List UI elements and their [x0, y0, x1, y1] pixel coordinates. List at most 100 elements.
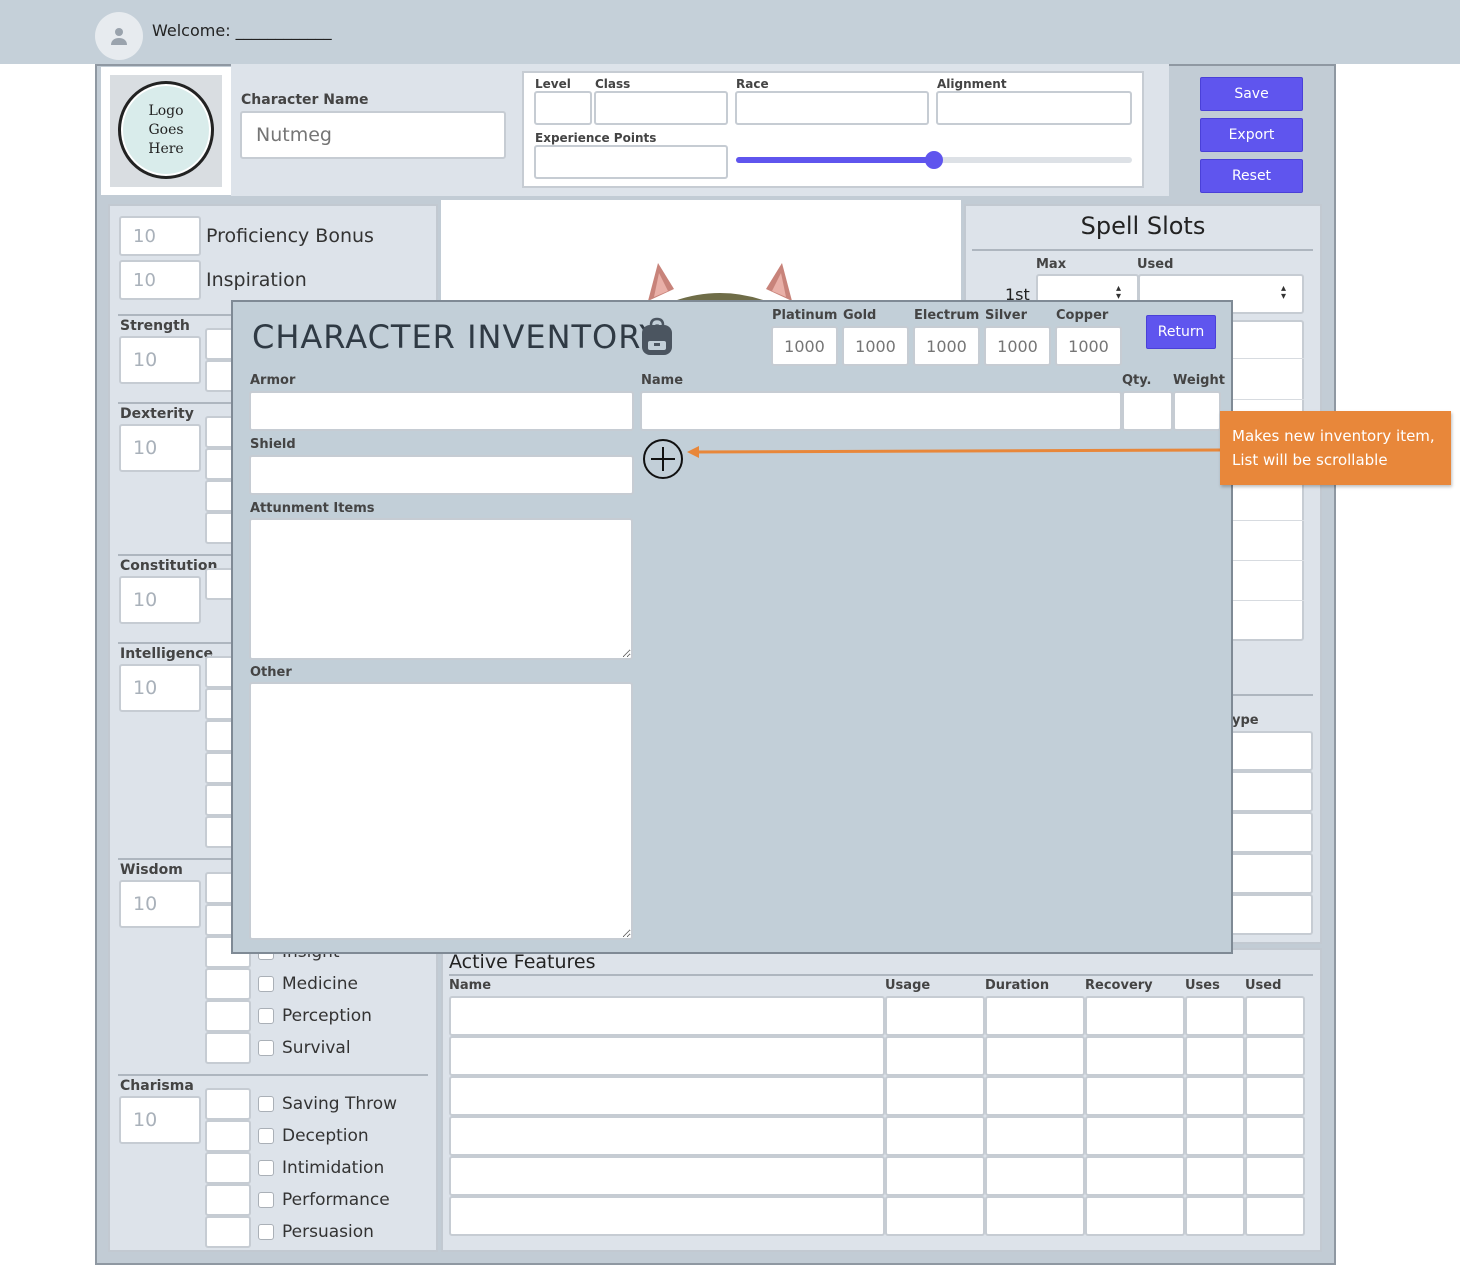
- feature-uses-cell[interactable]: [1185, 1156, 1245, 1196]
- feature-duration-cell[interactable]: [985, 1156, 1085, 1196]
- type-input[interactable]: [1230, 812, 1313, 853]
- performance-checkbox[interactable]: [258, 1192, 274, 1208]
- feature-name-cell[interactable]: [449, 1036, 885, 1076]
- feature-name-cell[interactable]: [449, 1116, 885, 1156]
- item-name-input[interactable]: [640, 391, 1122, 431]
- level-input[interactable]: [534, 91, 592, 125]
- armor-input[interactable]: [249, 391, 634, 431]
- feature-recovery-cell[interactable]: [1085, 996, 1185, 1036]
- item-qty-input[interactable]: [1122, 391, 1173, 431]
- annotation-line: Makes new inventory item,: [1232, 427, 1435, 445]
- persuasion-label: Persuasion: [282, 1222, 374, 1242]
- copper-input[interactable]: [1055, 326, 1122, 366]
- intelligence-score[interactable]: 10: [119, 664, 201, 712]
- medicine-checkbox[interactable]: [258, 976, 274, 992]
- gold-input[interactable]: [842, 326, 909, 366]
- divider: [449, 974, 1313, 976]
- charisma-skill-box[interactable]: [205, 1184, 251, 1216]
- feature-duration-cell[interactable]: [985, 1076, 1085, 1116]
- feature-uses-cell[interactable]: [1185, 1036, 1245, 1076]
- type-input[interactable]: [1230, 771, 1313, 812]
- return-button[interactable]: Return: [1146, 315, 1216, 349]
- inspiration-input[interactable]: 10: [119, 260, 201, 300]
- divider: [1230, 560, 1304, 561]
- strength-score[interactable]: 10: [119, 336, 201, 384]
- feature-usage-cell[interactable]: [885, 1156, 985, 1196]
- feature-usage-cell[interactable]: [885, 1036, 985, 1076]
- feature-used-cell[interactable]: [1245, 1076, 1305, 1116]
- feature-recovery-cell[interactable]: [1085, 1156, 1185, 1196]
- performance-label: Performance: [282, 1190, 390, 1210]
- feature-recovery-cell[interactable]: [1085, 1116, 1185, 1156]
- wisdom-score[interactable]: 10: [119, 880, 201, 928]
- platinum-input[interactable]: [771, 326, 838, 366]
- charisma-skill-box[interactable]: [205, 1120, 251, 1152]
- feature-recovery-cell[interactable]: [1085, 1076, 1185, 1116]
- proficiency-bonus-input[interactable]: 10: [119, 216, 201, 256]
- class-input[interactable]: [594, 91, 728, 125]
- attunement-textarea[interactable]: [249, 518, 633, 660]
- feature-name-cell[interactable]: [449, 1076, 885, 1116]
- avatar[interactable]: [95, 12, 143, 60]
- feature-usage-cell[interactable]: [885, 1196, 985, 1236]
- intimidation-checkbox[interactable]: [258, 1160, 274, 1176]
- perception-checkbox[interactable]: [258, 1008, 274, 1024]
- feature-name-cell[interactable]: [449, 1156, 885, 1196]
- charisma-score[interactable]: 10: [119, 1096, 201, 1144]
- alignment-input[interactable]: [936, 91, 1132, 125]
- feature-name-cell[interactable]: [449, 1196, 885, 1236]
- character-name-input[interactable]: [240, 111, 506, 159]
- user-icon: [111, 28, 127, 45]
- feature-uses-cell[interactable]: [1185, 996, 1245, 1036]
- other-textarea[interactable]: [249, 682, 633, 940]
- persuasion-checkbox[interactable]: [258, 1224, 274, 1240]
- type-input[interactable]: [1230, 731, 1313, 771]
- feature-recovery-cell[interactable]: [1085, 1036, 1185, 1076]
- charisma-skill-box[interactable]: [205, 1152, 251, 1184]
- type-input[interactable]: [1230, 853, 1313, 894]
- feature-uses-cell[interactable]: [1185, 1076, 1245, 1116]
- feature-duration-cell[interactable]: [985, 1036, 1085, 1076]
- type-input[interactable]: [1230, 894, 1313, 935]
- saving-throw-label: Saving Throw: [282, 1094, 398, 1114]
- feature-used-cell[interactable]: [1245, 1116, 1305, 1156]
- feature-used-cell[interactable]: [1245, 1196, 1305, 1236]
- feature-used-cell[interactable]: [1245, 1036, 1305, 1076]
- feature-name-cell[interactable]: [449, 996, 885, 1036]
- silver-input[interactable]: [984, 326, 1051, 366]
- feature-used-cell[interactable]: [1245, 1156, 1305, 1196]
- feature-usage-cell[interactable]: [885, 1116, 985, 1156]
- constitution-score[interactable]: 10: [119, 576, 201, 624]
- feature-uses-cell[interactable]: [1185, 1196, 1245, 1236]
- survival-checkbox[interactable]: [258, 1040, 274, 1056]
- electrum-input[interactable]: [913, 326, 980, 366]
- wisdom-skill-box[interactable]: [205, 1000, 251, 1032]
- inventory-title: CHARACTER INVENTORY: [252, 318, 660, 356]
- reset-button[interactable]: Reset: [1200, 159, 1303, 193]
- logo-line: Goes: [148, 121, 184, 138]
- feature-recovery-cell[interactable]: [1085, 1196, 1185, 1236]
- deception-checkbox[interactable]: [258, 1128, 274, 1144]
- feature-duration-cell[interactable]: [985, 1116, 1085, 1156]
- feature-uses-cell[interactable]: [1185, 1116, 1245, 1156]
- feature-duration-cell[interactable]: [985, 1196, 1085, 1236]
- xp-slider-thumb[interactable]: [925, 151, 943, 169]
- saving-throw-checkbox[interactable]: [258, 1096, 274, 1112]
- feature-usage-cell[interactable]: [885, 996, 985, 1036]
- item-weight-input[interactable]: [1173, 391, 1221, 431]
- feature-duration-cell[interactable]: [985, 996, 1085, 1036]
- xp-input[interactable]: [534, 145, 728, 179]
- save-button[interactable]: Save: [1200, 77, 1303, 111]
- export-button[interactable]: Export: [1200, 118, 1303, 152]
- charisma-skill-box[interactable]: [205, 1088, 251, 1120]
- charisma-skill-box[interactable]: [205, 1216, 251, 1248]
- platinum-label: Platinum: [772, 308, 838, 323]
- add-item-icon[interactable]: [642, 438, 684, 480]
- wisdom-skill-box[interactable]: [205, 968, 251, 1000]
- dexterity-score[interactable]: 10: [119, 424, 201, 472]
- feature-used-cell[interactable]: [1245, 996, 1305, 1036]
- feature-usage-cell[interactable]: [885, 1076, 985, 1116]
- race-input[interactable]: [735, 91, 929, 125]
- shield-input[interactable]: [249, 455, 634, 495]
- wisdom-skill-box[interactable]: [205, 1032, 251, 1064]
